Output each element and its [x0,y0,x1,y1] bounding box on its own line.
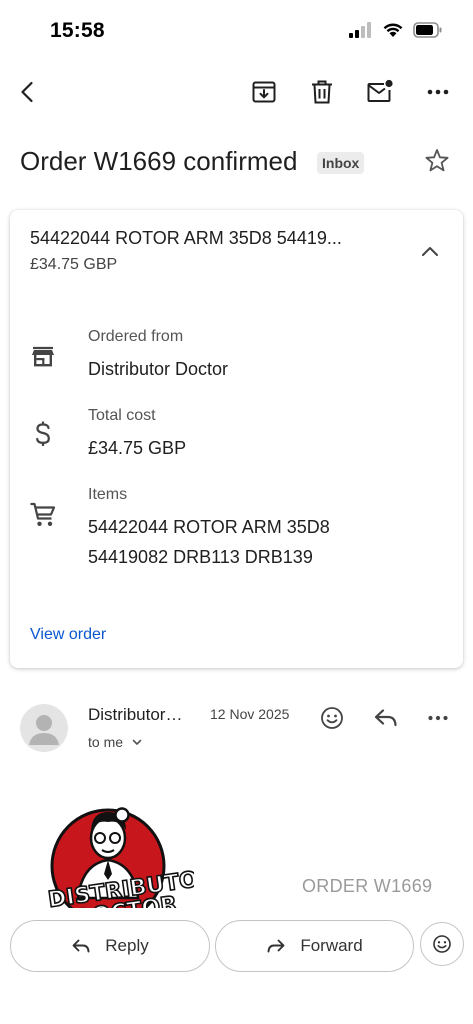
forward-icon [267,939,285,953]
emoji-icon [433,935,451,953]
archive-button[interactable] [244,72,284,112]
storefront-icon [28,342,58,372]
reply-button[interactable]: Reply [10,920,210,972]
status-time: 15:58 [50,19,105,42]
cellular-signal-icon [349,22,371,38]
chevron-up-icon [422,247,438,256]
total-cost-label: Total cost [88,407,156,424]
message-more-button[interactable] [422,702,454,734]
star-icon [425,149,449,172]
order-card-title: 54422044 ROTOR ARM 35D8 54419... [30,228,342,248]
add-reaction-button[interactable] [316,702,348,734]
item-line-1: 54422044 ROTOR ARM 35D8 [88,517,330,537]
recipient-text: to me [88,734,124,750]
order-summary-card: 54422044 ROTOR ARM 35D8 54419... £34.75 … [10,210,463,668]
message-header: Distributor… 12 Nov 2025 to me [0,696,473,760]
chevron-down-icon [132,739,142,745]
reply-action-bar: Reply Forward [0,918,473,974]
reply-icon-button[interactable] [370,702,402,734]
status-bar: 15:58 [0,0,473,60]
delete-icon [312,80,332,104]
ordered-from-value: Distributor Doctor [88,359,229,379]
mark-unread-button[interactable] [360,72,400,112]
shopping-cart-icon [28,500,58,530]
more-icon [427,89,449,95]
more-options-button[interactable] [418,72,458,112]
inbox-label-badge[interactable]: Inbox [317,152,365,174]
ordered-from-label: Ordered from [88,328,184,345]
more-icon [428,715,448,721]
reply-icon [374,709,397,727]
email-body: DISTRIBUTOR DOCTOR ORDER W1669 [0,790,473,908]
reply-icon [72,939,90,953]
sender-avatar[interactable] [20,704,68,752]
react-button[interactable] [420,922,464,966]
email-subject: Order W1669 confirmed [20,146,298,176]
items-row: Items 54422044 ROTOR ARM 35D8 54419082 D… [10,486,463,576]
item-line-2: 54419082 DRB113 DRB139 [88,547,313,567]
forward-label: Forward [300,936,363,955]
status-icons [349,22,443,38]
items-label: Items [88,486,128,503]
collapse-card-button[interactable] [410,232,450,272]
wifi-icon [383,23,403,37]
ordered-from-row: Ordered from Distributor Doctor [10,328,463,388]
back-icon [21,81,33,103]
email-toolbar [0,68,473,116]
star-button[interactable] [420,144,454,178]
reply-label: Reply [105,936,149,955]
order-card-price: £34.75 GBP [30,256,118,273]
total-cost-value: £34.75 GBP [88,438,187,458]
subject-row: Order W1669 confirmed Inbox [20,140,460,184]
person-icon [29,715,59,745]
total-cost-row: Total cost £34.75 GBP [10,407,463,467]
view-order-link[interactable]: View order [30,626,106,644]
recipient-details-toggle[interactable]: to me [88,734,143,750]
sender-name[interactable]: Distributor… [88,705,182,725]
archive-icon [252,81,276,103]
emoji-icon [321,707,343,729]
message-date: 12 Nov 2025 [210,706,290,722]
items-value: 54422044 ROTOR ARM 35D8 54419082 DRB113 … [88,512,330,572]
delete-button[interactable] [302,72,342,112]
back-button[interactable] [8,72,48,112]
mark-unread-icon [367,79,393,102]
distributor-doctor-logo: DISTRIBUTOR DOCTOR [34,798,217,908]
order-reference: ORDER W1669 [302,876,433,896]
battery-icon [413,22,442,38]
forward-button[interactable]: Forward [215,920,414,972]
dollar-icon [28,419,58,449]
